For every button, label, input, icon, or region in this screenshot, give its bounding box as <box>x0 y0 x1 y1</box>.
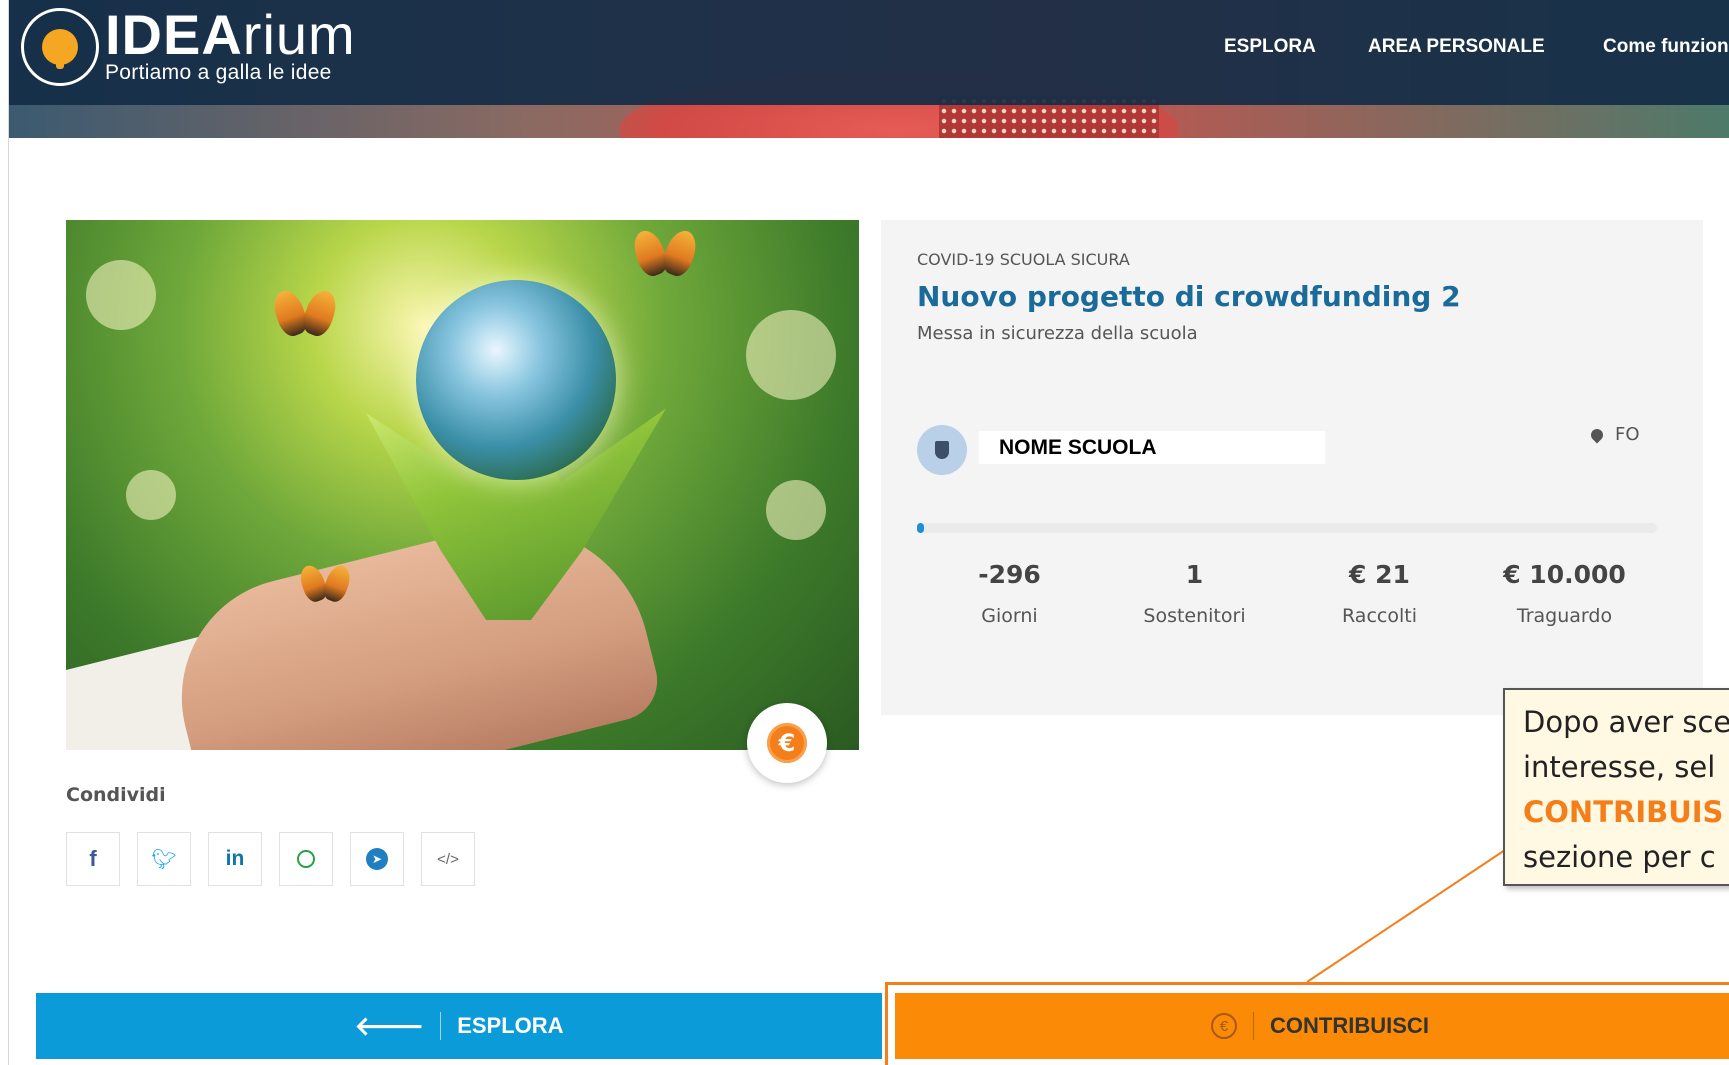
school-avatar[interactable] <box>917 425 967 475</box>
instruction-tooltip: Dopo aver sce interesse, sel CONTRIBUIS … <box>1503 688 1729 886</box>
whatsapp-icon <box>297 850 315 868</box>
lightbulb-logo-icon <box>21 8 99 86</box>
page-frame: IDEArium Portiamo a galla le idee ESPLOR… <box>8 0 1729 1065</box>
school-name[interactable]: NOME SCUOLA <box>979 431 1325 464</box>
euro-icon: € <box>1211 1013 1238 1039</box>
site-logo[interactable]: IDEArium Portiamo a galla le idee <box>21 6 356 86</box>
top-navbar: IDEArium Portiamo a galla le idee ESPLOR… <box>9 0 1729 105</box>
nav-come-funziona[interactable]: Come funziona <box>1603 36 1729 58</box>
nav-esplora[interactable]: ESPLORA <box>1224 36 1316 58</box>
stat-value: € 21 <box>1349 560 1410 589</box>
tooltip-highlight: CONTRIBUIS <box>1523 795 1724 829</box>
stat-value: 1 <box>1185 560 1204 589</box>
stat-value: -296 <box>978 560 1041 589</box>
twitter-icon: 🐦︎ <box>151 848 177 871</box>
shield-icon <box>935 441 949 459</box>
stat-label: Traguardo <box>1516 605 1613 627</box>
tooltip-line: sezione per c <box>1523 840 1716 874</box>
stat-label: Giorni <box>981 605 1038 627</box>
stat-label: Sostenitori <box>1143 605 1246 627</box>
funding-progress-fill <box>917 523 924 533</box>
arrow-left-icon: 🡐 <box>354 1010 425 1041</box>
telegram-icon: ➤ <box>366 848 388 870</box>
share-facebook-button[interactable]: f <box>66 832 120 886</box>
project-subtitle: Messa in sicurezza della scuola <box>917 323 1198 344</box>
stat-days: -296 Giorni <box>917 560 1102 627</box>
euro-coin-icon: € <box>767 723 807 763</box>
contribute-button-label: CONTRIBUISCI <box>1270 1013 1429 1038</box>
facebook-icon: f <box>89 846 97 871</box>
share-whatsapp-button[interactable] <box>279 832 333 886</box>
tooltip-line: interesse, sel <box>1523 750 1716 784</box>
embed-icon: </> <box>437 850 459 868</box>
linkedin-icon: in <box>225 847 245 870</box>
explore-button-label: ESPLORA <box>457 1013 564 1038</box>
logo-name: IDEArium <box>105 3 356 66</box>
stat-supporters: 1 Sostenitori <box>1102 560 1287 627</box>
location-label: FO <box>1615 424 1640 445</box>
explore-button[interactable]: 🡐 ESPLORA <box>36 993 882 1059</box>
share-linkedin-button[interactable]: in <box>208 832 262 886</box>
project-info-panel: COVID-19 SCUOLA SICURA Nuovo progetto di… <box>881 220 1703 715</box>
share-twitter-button[interactable]: 🐦︎ <box>137 832 191 886</box>
project-title[interactable]: Nuovo progetto di crowdfunding 2 <box>917 280 1461 313</box>
stat-raised: € 21 Raccolti <box>1287 560 1472 627</box>
contribute-button[interactable]: € CONTRIBUISCI <box>895 993 1729 1059</box>
contribute-coin-button[interactable]: € <box>747 703 827 783</box>
project-image <box>66 220 859 750</box>
project-category: COVID-19 SCUOLA SICURA <box>917 250 1130 269</box>
map-pin-icon <box>1588 426 1606 443</box>
share-buttons: f 🐦︎ in ➤ </> <box>66 832 475 886</box>
funding-progress-bar <box>917 523 1657 533</box>
share-embed-button[interactable]: </> <box>421 832 475 886</box>
project-stats: -296 Giorni 1 Sostenitori € 21 Raccolti … <box>917 560 1657 627</box>
stat-value: € 10.000 <box>1503 560 1626 589</box>
location: FO <box>1588 424 1640 445</box>
share-telegram-button[interactable]: ➤ <box>350 832 404 886</box>
logo-tagline: Portiamo a galla le idee <box>105 61 332 84</box>
stat-label: Raccolti <box>1342 605 1417 627</box>
stat-goal: € 10.000 Traguardo <box>1472 560 1657 627</box>
tooltip-line: Dopo aver sce <box>1523 705 1729 739</box>
nav-area-personale[interactable]: AREA PERSONALE <box>1368 36 1545 58</box>
share-label: Condividi <box>66 784 166 806</box>
